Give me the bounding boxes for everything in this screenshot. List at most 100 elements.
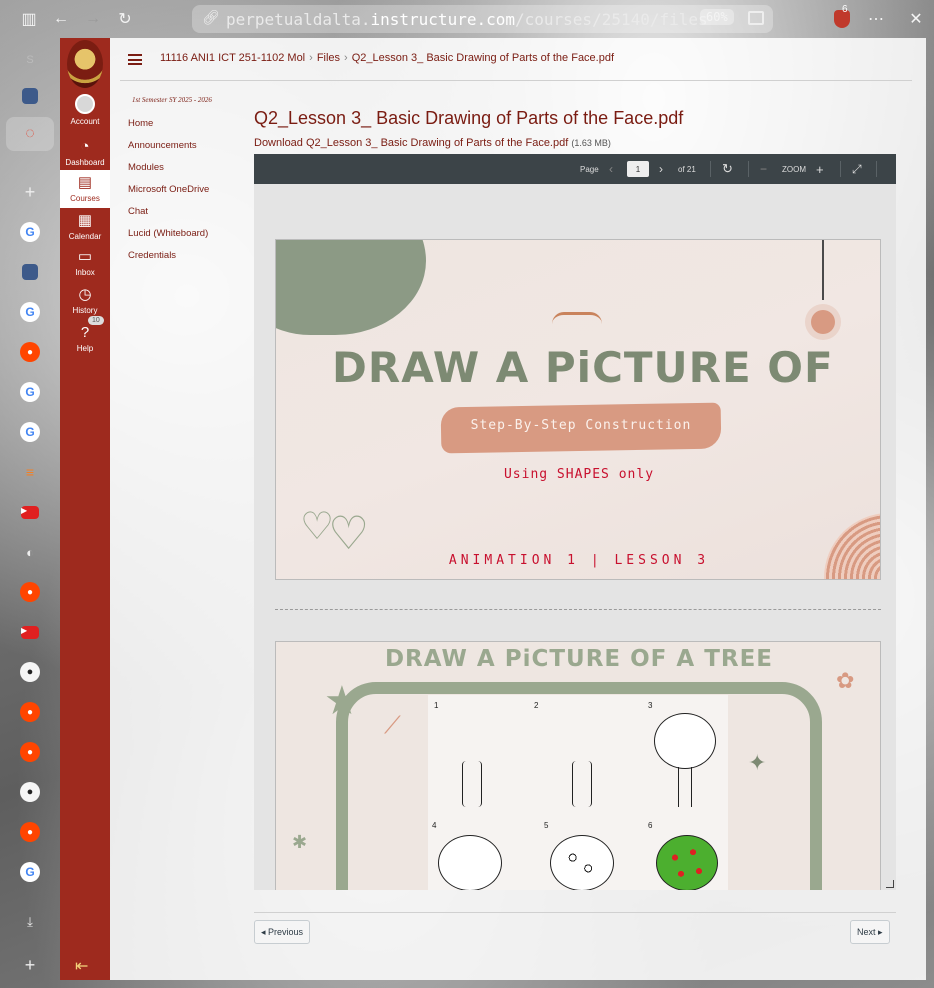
global-nav-dashboard[interactable]: ◔ Dashboard [60,138,110,167]
sidebar-toggle-icon[interactable]: ▥ [18,8,40,30]
page-label: Page [580,164,599,174]
google-favicon-icon[interactable]: G [20,422,40,442]
url-prefix: perpetualdalta. [226,9,371,29]
page-separator [275,609,881,610]
global-nav-account[interactable]: Account [60,94,110,126]
youtube-favicon-icon[interactable]: ▶ [20,502,40,522]
address-bar[interactable]: 🔗︎ perpetualdalta. instructure.com/course… [192,5,773,33]
course-nav-home[interactable]: Home [128,118,209,140]
lightbulb-cord [822,240,824,300]
course-nav-onedrive[interactable]: Microsoft OneDrive [128,184,209,206]
downloads-icon[interactable]: ⤓ [20,912,40,932]
pdf-viewer[interactable]: Page ‹ 1 › of 21 ↻ − ZOOM + ⤢ DRAW A PiC… [254,154,896,890]
youtube-favicon-icon[interactable]: ▶ [20,622,40,642]
global-nav-calendar[interactable]: ▦ Calendar [60,212,110,241]
tab-favicon-icon[interactable]: ◐ [20,542,40,562]
canvas-favicon-icon[interactable]: ◌ [20,124,40,144]
reddit-favicon-icon[interactable]: ● [20,742,40,762]
global-nav-inbox[interactable]: ▭ Inbox [60,248,110,277]
forward-icon[interactable]: → [82,8,104,30]
course-nav-modules[interactable]: Modules [128,162,209,184]
page-number-field[interactable]: 1 [627,154,649,184]
trunk-drawing [572,761,592,807]
more-menu-icon[interactable]: ⋯ [865,8,887,30]
global-nav-help[interactable]: ? 10 Help [60,316,110,353]
flower-icon: ✿ [836,668,855,693]
previous-arrow-icon: ◂ [261,926,269,937]
slide-title: DRAW A PiCTURE OF A TREE [384,646,774,672]
google-favicon-icon[interactable]: G [20,302,40,322]
google-favicon-icon[interactable]: G [20,222,40,242]
reddit-favicon-icon[interactable]: ● [20,342,40,362]
pdf-page-1: DRAW A PiCTURE OF Step-By-Step Construct… [275,239,881,580]
workspace-letter[interactable]: S [20,50,40,70]
fullscreen-icon[interactable]: ⤢ [852,154,862,184]
toolbar-divider [748,161,749,177]
decorative-blob [276,240,426,335]
dashboard-icon: ◔ [80,138,90,155]
google-favicon-icon[interactable]: G [20,382,40,402]
breadcrumb-course[interactable]: 11116 ANI1 ICT 251-1102 Mol [160,52,305,64]
add-panel-icon[interactable]: + [20,955,40,975]
resize-handle-icon[interactable] [886,880,894,888]
term-label: 1st Semester SY 2025 - 2026 [132,96,212,104]
zoom-in-icon[interactable]: + [816,154,824,184]
course-nav-lucid[interactable]: Lucid (Whiteboard) [128,228,209,250]
reddit-favicon-icon[interactable]: ● [20,582,40,602]
page-number-value[interactable]: 1 [627,161,649,177]
toolbar-divider [876,161,877,177]
heart-icon: ♡ [328,507,370,559]
course-nav-announcements[interactable]: Announcements [128,140,209,162]
course-nav-chat[interactable]: Chat [128,206,209,228]
download-label[interactable]: Download Q2_Lesson 3_ Basic Drawing of P… [254,137,568,149]
global-nav-label: Dashboard [65,158,105,167]
download-link[interactable]: Download Q2_Lesson 3_ Basic Drawing of P… [254,137,611,149]
reddit-favicon-icon[interactable]: ● [20,702,40,722]
rotate-icon[interactable]: ↻ [722,154,733,184]
new-tab-icon[interactable]: + [20,182,40,202]
collapse-nav-icon[interactable]: ⇤ [75,956,88,976]
star-icon: ★ [324,679,360,723]
trunk-drawing [462,761,482,807]
reload-icon[interactable]: ↻ [114,8,136,30]
previous-button[interactable]: ◂ Previous [254,920,311,944]
breadcrumb-separator: › [344,52,348,64]
trunk-drawing [678,767,692,807]
zoom-label: ZOOM [782,164,806,174]
course-menu-toggle-icon[interactable] [128,54,142,65]
global-nav-courses[interactable]: ▤ Courses [60,170,110,208]
global-nav-history[interactable]: ◷ History [60,286,110,315]
course-navigation: Home Announcements Modules Microsoft One… [128,118,209,272]
global-nav-label: Account [70,117,100,126]
canvas-window: Account ◔ Dashboard ▤ Courses ▦ Calendar… [60,38,926,980]
tree-steps-panel: 1 2 3 4 5 6 [428,695,728,890]
toolbar-divider [840,161,841,177]
prev-page-icon[interactable]: ‹ [609,154,613,184]
course-nav-credentials[interactable]: Credentials [128,250,209,272]
google-favicon-icon[interactable]: G [20,862,40,882]
step-number: 4 [432,821,437,830]
extension-badge: 6 [842,4,848,15]
github-favicon-icon[interactable]: ● [20,782,40,802]
stackoverflow-favicon-icon[interactable]: ≡ [20,462,40,482]
next-page-icon[interactable]: › [659,154,663,184]
slide-lesson-line: ANIMATION 1 | LESSON 3 [448,553,710,568]
school-logo[interactable] [67,40,103,88]
decorative-squiggle [552,312,602,324]
close-window-icon[interactable]: ✕ [905,8,927,30]
next-button[interactable]: Next ▸ [850,920,890,944]
breadcrumb: 11116 ANI1 ICT 251-1102 Mol › Files › Q2_Les… [160,52,614,64]
reader-mode-icon[interactable] [748,11,764,25]
page-title: Q2_Lesson 3_ Basic Drawing of Parts of t… [254,108,684,128]
help-badge: 10 [88,316,104,325]
courses-icon: ▤ [77,174,93,191]
reddit-favicon-icon[interactable]: ● [20,822,40,842]
tab-favicon[interactable] [20,86,40,106]
breadcrumb-files[interactable]: Files [317,52,340,64]
previous-label: Previous [268,927,304,937]
zoom-out-icon[interactable]: − [760,154,767,184]
github-favicon-icon[interactable]: ● [20,662,40,682]
back-icon[interactable]: ← [50,8,72,30]
tab-favicon[interactable] [20,262,40,282]
zoom-indicator[interactable]: 60% [700,9,734,25]
